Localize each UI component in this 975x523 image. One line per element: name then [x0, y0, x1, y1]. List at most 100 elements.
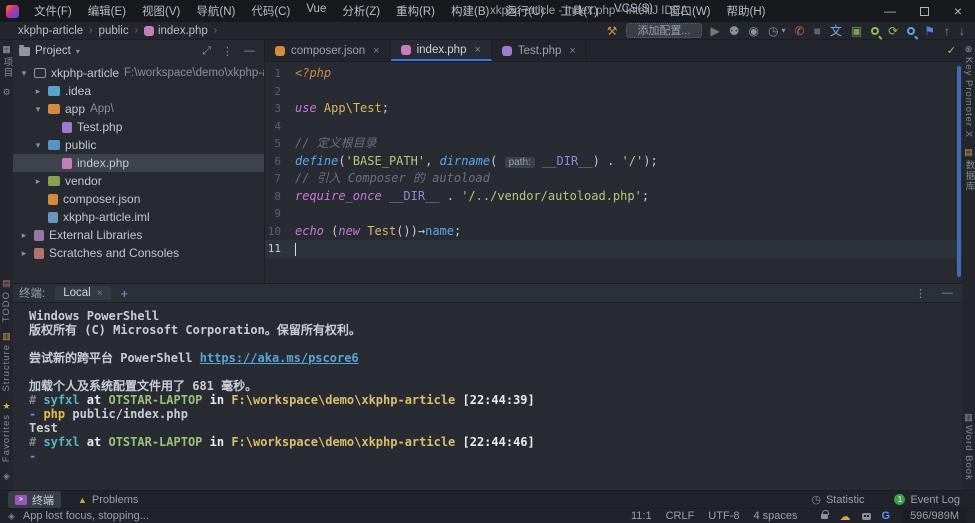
tree-chevron-icon[interactable]: ▸: [33, 176, 43, 187]
status-bar: ◈ App lost focus, stopping... 11:1CRLFUT…: [0, 508, 975, 523]
menu-item[interactable]: 帮助(H): [720, 1, 773, 21]
collapse-all-icon[interactable]: ⤢: [199, 45, 214, 58]
tool-word-book[interactable]: ▥Word Book: [962, 408, 975, 486]
run-icon[interactable]: ▶: [711, 23, 720, 39]
tool-favorites[interactable]: ★Favorites: [0, 397, 13, 467]
close-icon[interactable]: ×: [941, 0, 975, 22]
tool-todo[interactable]: ▤TODO: [0, 274, 13, 327]
status-item[interactable]: UTF-8: [708, 510, 739, 522]
tree-item[interactable]: index.php: [13, 154, 264, 172]
close-tab-icon[interactable]: ×: [373, 45, 379, 57]
code-line: 11: [265, 240, 962, 258]
menu-item[interactable]: 导航(N): [189, 1, 242, 21]
tree-item[interactable]: ▾xkphp-articleF:\workspace\demo\xkphp-ar…: [13, 64, 264, 82]
editor-tab[interactable]: Test.php×: [492, 40, 587, 61]
translate-icon[interactable]: 文: [830, 23, 842, 39]
editor-tab[interactable]: index.php×: [391, 40, 492, 61]
breadcrumb-item[interactable]: xkphp-article: [18, 25, 83, 37]
find-icon[interactable]: [871, 27, 879, 35]
tree-chevron-icon[interactable]: ▸: [33, 86, 43, 97]
find-refresh-icon[interactable]: ⟳: [888, 23, 898, 39]
memory-indicator[interactable]: 596/989M: [902, 510, 967, 523]
close-terminal-icon[interactable]: ×: [97, 288, 103, 299]
editor-tab[interactable]: composer.json×: [265, 40, 391, 61]
tool-layout[interactable]: ◈: [0, 467, 13, 486]
search-everywhere-icon[interactable]: [907, 27, 915, 35]
tree-item[interactable]: ▸External Libraries: [13, 226, 264, 244]
tree-item[interactable]: ▸.idea: [13, 82, 264, 100]
terminal-icon: >: [15, 495, 27, 505]
prev-occurrence-icon[interactable]: ↑: [944, 23, 950, 39]
chevron-down-icon[interactable]: ▾: [76, 47, 80, 56]
tool-window-button[interactable]: ◷Statistic: [804, 492, 871, 507]
attach-phone-icon[interactable]: ✆: [795, 23, 805, 39]
options-kebab-icon[interactable]: ⋮: [219, 45, 236, 58]
tree-chevron-icon[interactable]: ▾: [33, 104, 43, 115]
tree-item[interactable]: composer.json: [13, 190, 264, 208]
breadcrumb-item[interactable]: public: [99, 25, 129, 37]
maximize-icon[interactable]: [907, 0, 941, 22]
menu-item[interactable]: 构建(B): [444, 1, 496, 21]
run-config-combo[interactable]: 添加配置...: [626, 23, 701, 38]
terminal-kebab-icon[interactable]: ⋮: [912, 287, 929, 300]
tool-database[interactable]: ▤数据库: [962, 143, 975, 197]
tree-item[interactable]: ▾public: [13, 136, 264, 154]
tool-window-button[interactable]: 1Event Log: [887, 493, 967, 507]
stop-icon[interactable]: ■: [814, 23, 821, 39]
cloud-sync-icon[interactable]: ☁: [840, 510, 851, 523]
close-tab-icon[interactable]: ×: [474, 44, 480, 56]
file-icon: [275, 46, 285, 56]
code-editor[interactable]: 1<?php23use App\Test;45// 定义根目录6define('…: [265, 62, 962, 283]
terminal-tab[interactable]: Local×: [55, 286, 110, 300]
tool-commit[interactable]: ⚙: [0, 83, 13, 102]
editor-area: composer.json×index.php×Test.php× ✓ 1<?p…: [265, 40, 962, 283]
menu-item[interactable]: 编辑(E): [81, 1, 133, 21]
menu-item[interactable]: 代码(C): [244, 1, 297, 21]
status-item[interactable]: CRLF: [666, 510, 695, 522]
menu-item[interactable]: 视图(V): [135, 1, 187, 21]
tree-chevron-icon[interactable]: ▸: [19, 248, 29, 259]
status-item[interactable]: 11:1: [631, 510, 652, 522]
bookmark-icon[interactable]: ⚑: [924, 23, 935, 39]
tool-window-button[interactable]: ▲Problems: [71, 491, 145, 509]
build-hammer-icon[interactable]: ⚒: [607, 23, 618, 39]
tool-window-button[interactable]: >终端: [8, 491, 61, 509]
status-item[interactable]: 4 spaces: [753, 510, 797, 522]
google-icon[interactable]: G: [882, 510, 891, 522]
terminal-line: Test: [29, 421, 962, 435]
tree-item[interactable]: ▾appApp\: [13, 100, 264, 118]
profiler-icon[interactable]: ◷: [768, 23, 778, 39]
tree-item[interactable]: ▸vendor: [13, 172, 264, 190]
tool-key-promoter[interactable]: ⊛Key Promoter X: [962, 40, 975, 143]
menu-item[interactable]: 重构(R): [389, 1, 442, 21]
next-occurrence-icon[interactable]: ↓: [959, 23, 965, 39]
breadcrumb-item[interactable]: index.php: [144, 25, 208, 37]
tool-project[interactable]: ▦项目: [0, 40, 13, 83]
hide-panel-icon[interactable]: —: [241, 45, 258, 57]
tree-chevron-icon[interactable]: ▾: [19, 68, 29, 79]
php-class-icon: [62, 122, 72, 133]
close-tab-icon[interactable]: ×: [569, 45, 575, 57]
terminal-output[interactable]: Windows PowerShell版权所有 (C) Microsoft Cor…: [13, 303, 962, 463]
debug-icon[interactable]: ⚉: [729, 23, 740, 39]
tree-chevron-icon[interactable]: ▾: [33, 140, 43, 151]
terminal-hide-icon[interactable]: —: [939, 287, 956, 299]
tree-item[interactable]: xkphp-article.iml: [13, 208, 264, 226]
new-terminal-icon[interactable]: +: [121, 286, 129, 301]
remote-robot-icon[interactable]: [862, 513, 871, 520]
tool-structure[interactable]: ▥Structure: [0, 327, 13, 397]
inspections-ok-icon[interactable]: ✓: [947, 44, 956, 57]
coverage-icon[interactable]: ◉: [749, 23, 759, 39]
tree-chevron-icon[interactable]: ▸: [19, 230, 29, 241]
open-in-browser-icon[interactable]: ▣: [851, 23, 862, 39]
tree-item[interactable]: Test.php: [13, 118, 264, 136]
chevron-down-icon[interactable]: ▾: [781, 26, 785, 35]
minimize-icon[interactable]: —: [873, 0, 907, 22]
editor-scrollbar[interactable]: [957, 66, 961, 277]
tree-item[interactable]: ▸Scratches and Consoles: [13, 244, 264, 262]
menu-item[interactable]: Vue: [299, 1, 333, 21]
menu-item[interactable]: 分析(Z): [335, 1, 387, 21]
menu-item[interactable]: 文件(F): [27, 1, 79, 21]
lock-icon[interactable]: [821, 514, 828, 519]
project-view-title[interactable]: Project: [35, 45, 71, 57]
